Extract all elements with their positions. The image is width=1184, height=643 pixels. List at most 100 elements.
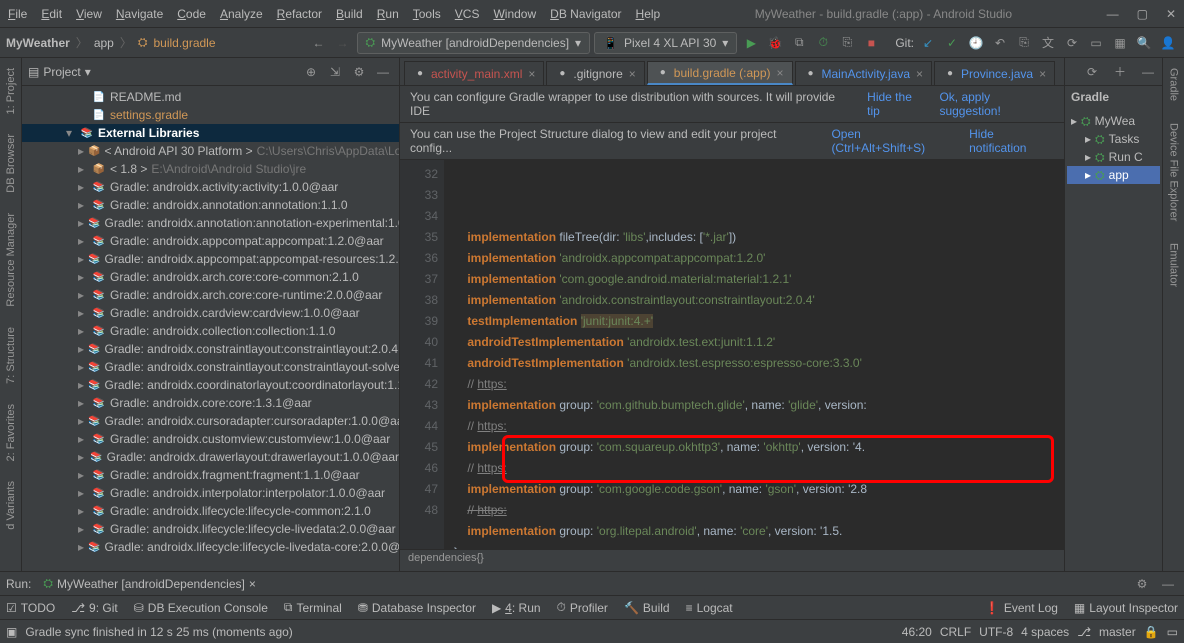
hide-icon[interactable]: — xyxy=(1158,574,1178,594)
toolwin-logcat[interactable]: ≡Logcat xyxy=(686,601,733,615)
back-icon[interactable]: ← xyxy=(309,33,329,53)
plus-icon[interactable]: ＋ xyxy=(1110,62,1130,82)
lib-item[interactable]: ▸📚Gradle: androidx.collection:collection… xyxy=(22,322,399,340)
lib-item[interactable]: ▸📚Gradle: androidx.core:core:1.3.1@aar xyxy=(22,394,399,412)
sync-icon[interactable]: ⟳ xyxy=(1062,33,1082,53)
rightstrip-device-file-explorer[interactable]: Device File Explorer xyxy=(1166,117,1182,227)
toolwin-terminal[interactable]: ⧉Terminal xyxy=(284,600,342,615)
gradle-tree-run c[interactable]: ▸⛭Run C xyxy=(1067,148,1160,166)
gear-icon[interactable]: ⚙ xyxy=(349,62,369,82)
tab-build-gradle-app-[interactable]: ●build.gradle (:app)× xyxy=(647,61,793,85)
git-update-icon[interactable]: ↙ xyxy=(918,33,938,53)
lib-item[interactable]: ▸📚Gradle: androidx.drawerlayout:drawerla… xyxy=(22,448,399,466)
close-icon[interactable]: × xyxy=(1039,67,1046,81)
code-content[interactable]: implementation fileTree(dir: 'libs',incl… xyxy=(444,160,1064,549)
close-icon[interactable]: × xyxy=(777,66,784,80)
menu-help[interactable]: Help xyxy=(636,7,661,21)
external-libraries[interactable]: ▾📚External Libraries xyxy=(22,124,399,142)
chevron-down-icon[interactable]: ▾ xyxy=(85,65,91,79)
lib-item[interactable]: ▸📚Gradle: androidx.fragment:fragment:1.1… xyxy=(22,466,399,484)
menu-analyze[interactable]: Analyze xyxy=(220,7,263,21)
toolwin-build[interactable]: 🔨Build xyxy=(624,601,670,615)
user-icon[interactable]: 👤 xyxy=(1158,33,1178,53)
banner-apply[interactable]: Ok, apply suggestion! xyxy=(939,90,1054,118)
close-icon[interactable]: × xyxy=(249,577,256,591)
leftstrip-db-browser[interactable]: DB Browser xyxy=(3,128,19,199)
search-icon[interactable]: 🔍 xyxy=(1134,33,1154,53)
menu-db-navigator[interactable]: DB Navigator xyxy=(550,7,621,21)
crumb-project[interactable]: MyWeather xyxy=(6,36,70,50)
lib-item[interactable]: ▸📚Gradle: androidx.arch.core:core-runtim… xyxy=(22,286,399,304)
menu-vcs[interactable]: VCS xyxy=(455,7,480,21)
file-README.md[interactable]: 📄README.md xyxy=(22,88,399,106)
jre[interactable]: ▸📦< 1.8 > E:\Android\Android Studio\jre xyxy=(22,160,399,178)
crumb-file[interactable]: build.gradle xyxy=(153,36,215,50)
toolwin-event-log[interactable]: ❗Event Log xyxy=(985,601,1058,615)
toolwin-todo[interactable]: ☑TODO xyxy=(6,601,55,615)
menu-view[interactable]: View xyxy=(76,7,102,21)
close-icon[interactable]: × xyxy=(629,67,636,81)
lib-item[interactable]: ▸📚Gradle: androidx.cardview:cardview:1.0… xyxy=(22,304,399,322)
lib-item[interactable]: ▸📚Gradle: androidx.constraintlayout:cons… xyxy=(22,358,399,376)
menu-code[interactable]: Code xyxy=(177,7,206,21)
lib-item[interactable]: ▸📚Gradle: androidx.arch.core:core-common… xyxy=(22,268,399,286)
avd-icon[interactable]: ▭ xyxy=(1086,33,1106,53)
run-config-selector[interactable]: ⛭ MyWeather [androidDependencies] ▾ xyxy=(357,32,591,54)
structure-breadcrumb[interactable]: dependencies{} xyxy=(400,549,1064,571)
hide-icon[interactable]: — xyxy=(373,62,393,82)
lib-item[interactable]: ▸📚Gradle: androidx.interpolator:interpol… xyxy=(22,484,399,502)
tab-activity-main-xml[interactable]: ●activity_main.xml× xyxy=(404,61,544,85)
leftstrip-d-variants[interactable]: d Variants xyxy=(3,475,19,536)
toolwin-profiler[interactable]: ⏱Profiler xyxy=(557,600,608,615)
debug-icon[interactable]: 🐞 xyxy=(765,33,785,53)
gradle-tree-app[interactable]: ▸⛭app xyxy=(1067,166,1160,184)
lib-item[interactable]: ▸📚Gradle: androidx.annotation:annotation… xyxy=(22,214,399,232)
menu-refactor[interactable]: Refactor xyxy=(277,7,322,21)
refresh-icon[interactable]: ⟳ xyxy=(1082,62,1102,82)
toolwin-database-inspector[interactable]: ⛃Database Inspector xyxy=(358,601,476,615)
gradle-tree-mywea[interactable]: ▸⛭MyWea xyxy=(1067,112,1160,130)
lib-item[interactable]: ▸📚Gradle: androidx.annotation:annotation… xyxy=(22,196,399,214)
code-area[interactable]: 3233343536373839404142434445464748 imple… xyxy=(400,160,1064,549)
tab-mainactivity-java[interactable]: ●MainActivity.java× xyxy=(795,61,933,85)
lib-item[interactable]: ▸📚Gradle: androidx.cursoradapter:cursora… xyxy=(22,412,399,430)
android-api[interactable]: ▸📦< Android API 30 Platform > C:\Users\C… xyxy=(22,142,399,160)
rightstrip-emulator[interactable]: Emulator xyxy=(1166,237,1182,293)
toolwin-db-execution-console[interactable]: ⛁DB Execution Console xyxy=(134,601,268,615)
menu-edit[interactable]: Edit xyxy=(41,7,62,21)
close-icon[interactable]: × xyxy=(528,67,535,81)
menu-navigate[interactable]: Navigate xyxy=(116,7,163,21)
profiler-icon[interactable]: ⏱ xyxy=(813,33,833,53)
menu-build[interactable]: Build xyxy=(336,7,363,21)
run-tab[interactable]: ⛭ MyWeather [androidDependencies] × xyxy=(37,576,262,591)
lib-item[interactable]: ▸📚Gradle: androidx.lifecycle:lifecycle-l… xyxy=(22,538,399,556)
git-commit-icon[interactable]: ✓ xyxy=(942,33,962,53)
menu-tools[interactable]: Tools xyxy=(413,7,441,21)
menu-run[interactable]: Run xyxy=(377,7,399,21)
gradle-tree-tasks[interactable]: ▸⛭Tasks xyxy=(1067,130,1160,148)
lib-item[interactable]: ▸📚Gradle: androidx.appcompat:appcompat-r… xyxy=(22,250,399,268)
toolwin--git[interactable]: ⎇9: Git xyxy=(71,601,118,615)
menu-file[interactable]: File xyxy=(8,7,27,21)
stop-icon[interactable]: ■ xyxy=(861,33,881,53)
tab--gitignore[interactable]: ●.gitignore× xyxy=(546,61,644,85)
gear-icon[interactable]: ⚙ xyxy=(1132,574,1152,594)
tab-province-java[interactable]: ●Province.java× xyxy=(934,61,1055,85)
leftstrip--favorites[interactable]: 2: Favorites xyxy=(3,398,19,467)
leftstrip--structure[interactable]: 7: Structure xyxy=(3,321,19,390)
lib-item[interactable]: ▸📚Gradle: androidx.appcompat:appcompat:1… xyxy=(22,232,399,250)
close-icon[interactable]: × xyxy=(916,67,923,81)
leftstrip-resource-manager[interactable]: Resource Manager xyxy=(3,207,19,313)
banner-open-ps[interactable]: Open (Ctrl+Alt+Shift+S) xyxy=(831,127,957,155)
banner-hide-tip[interactable]: Hide the tip xyxy=(867,90,927,118)
lib-item[interactable]: ▸📚Gradle: androidx.lifecycle:lifecycle-l… xyxy=(22,520,399,538)
minimize-icon[interactable]: — xyxy=(1107,7,1119,21)
toolwin-layout-inspector[interactable]: ▦Layout Inspector xyxy=(1074,601,1178,615)
coverage-icon[interactable]: ⧉ xyxy=(789,33,809,53)
lib-item[interactable]: ▸📚Gradle: androidx.activity:activity:1.0… xyxy=(22,178,399,196)
toolwin--run[interactable]: ▶4: Run xyxy=(492,601,541,615)
banner-hide-notif[interactable]: Hide notification xyxy=(969,127,1054,155)
rightstrip-gradle[interactable]: Gradle xyxy=(1166,62,1182,107)
forward-icon[interactable]: → xyxy=(333,33,353,53)
menu-window[interactable]: Window xyxy=(493,7,536,21)
